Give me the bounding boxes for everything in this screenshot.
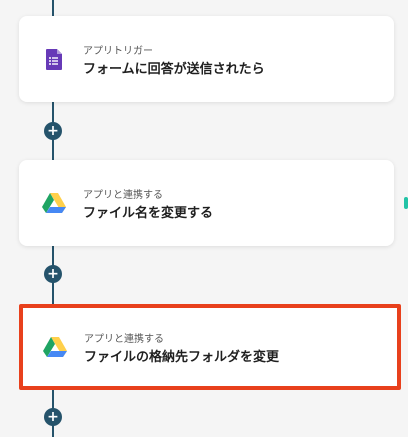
action-step-card-selected[interactable]: アプリと連携する ファイルの格納先フォルダを変更: [19, 304, 401, 390]
add-step-button[interactable]: +: [44, 122, 62, 140]
add-step-button[interactable]: +: [44, 408, 62, 426]
google-forms-icon: [41, 47, 67, 71]
step-title: ファイル名を変更する: [83, 206, 214, 221]
step-title: フォームに回答が送信されたら: [83, 62, 265, 77]
card-edge-handle: [404, 197, 408, 209]
add-step-button[interactable]: +: [44, 265, 62, 283]
google-drive-icon: [41, 191, 67, 215]
step-type-label: アプリと連携する: [83, 190, 163, 201]
step-type-label: アプリと連携する: [84, 334, 164, 345]
step-type-label: アプリトリガー: [83, 46, 153, 57]
flow-connector: [52, 0, 54, 16]
action-step-card[interactable]: アプリと連携する ファイル名を変更する: [19, 160, 394, 246]
google-drive-icon: [42, 335, 68, 359]
step-title: ファイルの格納先フォルダを変更: [84, 350, 280, 365]
trigger-step-card[interactable]: アプリトリガー フォームに回答が送信されたら: [19, 16, 394, 102]
